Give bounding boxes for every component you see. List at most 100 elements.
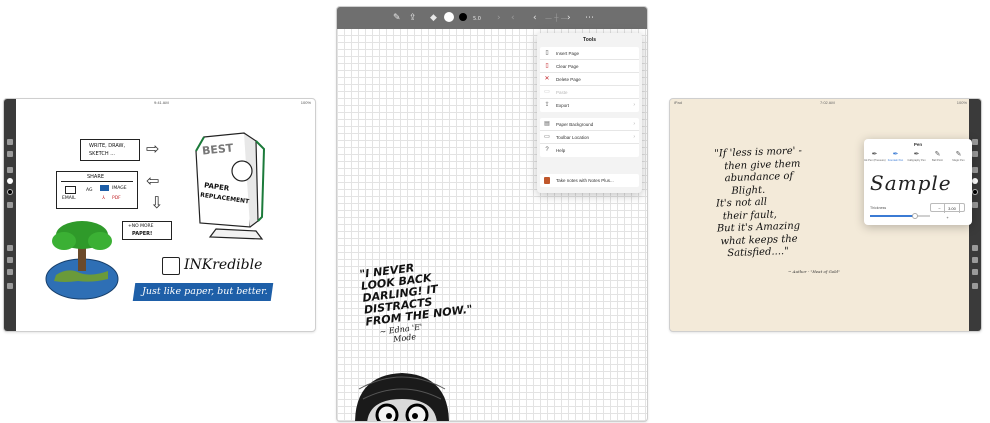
email-icon xyxy=(65,186,76,194)
pen-type-calligraphy[interactable]: ✒ Calligraphy Pen xyxy=(906,151,927,163)
menu-item-label: Toolbar Location xyxy=(556,135,590,140)
screenshot-middle: ✎ ⇪ ◆ 5.0 › ‹ ‹ — ┼ — › ⋯ Tools ▯ Insert… xyxy=(336,6,648,422)
width-value: 3.00 xyxy=(944,204,960,213)
status-battery: 100% xyxy=(956,100,967,105)
sketch-paper-line1: +NO MORE xyxy=(128,224,154,229)
menu-item-help[interactable]: ? Help xyxy=(540,144,639,157)
white-color-icon[interactable] xyxy=(444,12,454,22)
quote-text: "I NEVER LOOK BACK DARLING! IT DISTRACTS… xyxy=(358,261,474,329)
tool-size-icon[interactable] xyxy=(972,202,978,208)
status-time: 7:02 AM xyxy=(820,100,835,105)
calligraphy-pen-icon: ✒ xyxy=(913,151,920,158)
prev-page-icon[interactable] xyxy=(7,257,13,263)
eraser-icon[interactable]: ◆ xyxy=(430,13,437,23)
next-page-icon[interactable]: › xyxy=(567,13,571,23)
image-icon xyxy=(100,185,109,191)
menu-item-export[interactable]: ⇪ Export › xyxy=(540,99,639,112)
clear-page-icon: ▯ xyxy=(545,63,549,69)
page-indicator-icon[interactable]: — ┼ — xyxy=(545,13,568,23)
status-bar: iPad 7:02 AM 100% xyxy=(670,99,969,107)
status-battery: 100% xyxy=(300,100,311,105)
chevron-right-icon: › xyxy=(633,102,635,108)
menu-item-delete-page[interactable]: ✕ Delete Page xyxy=(540,73,639,86)
sketch-share-ag: AG xyxy=(86,188,93,193)
sketch-paper-box: +NO MORE PAPER! xyxy=(122,221,172,240)
tagline-text: Just like paper, but better. xyxy=(142,286,268,297)
status-carrier: iPad xyxy=(674,100,683,105)
share-icon[interactable]: ⇪ xyxy=(409,13,417,23)
width-increment-button[interactable]: + xyxy=(943,213,952,222)
insert-page-icon: ▯ xyxy=(545,50,549,56)
tool-pen-icon[interactable] xyxy=(972,139,978,145)
menu-item-toolbar-location[interactable]: ▭ Toolbar Location › xyxy=(540,131,639,144)
width-decrement-button[interactable]: − xyxy=(935,204,944,213)
pen-sample-preview: Sample xyxy=(870,171,952,195)
pen-settings-panel: Pen ✒ Ink Pen (Pressure) ✒ Fountain Pen … xyxy=(864,139,972,225)
tool-share-icon[interactable] xyxy=(7,151,13,157)
screenshot-left: 9:41 AM 100% WRITE, DRAW, SKETCH ... ⇨ S… xyxy=(3,98,316,332)
sketch-share-title: SHARE xyxy=(87,174,104,180)
pen-type-magic[interactable]: ✎ Magic Pen xyxy=(948,151,969,163)
arrow-left-icon: ⇦ xyxy=(146,171,160,190)
pen-tool-icon[interactable]: ✎ xyxy=(393,13,401,23)
tool-eraser-icon[interactable] xyxy=(972,167,978,173)
tool-share-icon[interactable] xyxy=(972,151,978,157)
ink-pen-icon: ✒ xyxy=(871,151,878,158)
menu-item-label: Clear Page xyxy=(556,64,579,69)
tool-size-icon[interactable] xyxy=(7,202,13,208)
more-icon[interactable]: ⋯ xyxy=(585,13,594,23)
undo-icon[interactable] xyxy=(972,245,978,251)
width-slider[interactable] xyxy=(870,212,930,219)
menu-item-notes-plus[interactable]: Take notes with Notes Plus... xyxy=(540,174,639,187)
ball-point-icon: ✎ xyxy=(934,151,941,158)
quote-signature: ~ Edna 'E' Mode xyxy=(379,322,423,346)
menu-item-label: Paper Background xyxy=(556,122,594,127)
tool-pen-icon[interactable] xyxy=(7,139,13,145)
notes-plus-icon xyxy=(544,177,550,184)
status-time: 9:41 AM xyxy=(154,100,169,105)
pen-type-ballpoint[interactable]: ✎ Ball Point xyxy=(927,151,948,163)
menu-item-label: Delete Page xyxy=(556,77,581,82)
sketch-write-box: WRITE, DRAW, SKETCH ... xyxy=(80,139,140,161)
width-slider-thumb[interactable] xyxy=(912,212,918,219)
next-page-icon[interactable] xyxy=(972,269,978,275)
pen-type-fountain[interactable]: ✒ Fountain Pen xyxy=(885,151,906,163)
pen-type-ink[interactable]: ✒ Ink Pen (Pressure) xyxy=(864,151,886,163)
pen-type-label: Ball Point xyxy=(932,159,943,162)
tool-eraser-icon[interactable] xyxy=(7,167,13,173)
poem-signature: ~ Author - "Heat of Gold" xyxy=(788,269,840,274)
menu-item-label: Take notes with Notes Plus... xyxy=(556,178,614,183)
prev-page-icon[interactable] xyxy=(972,257,978,263)
export-icon: ⇪ xyxy=(544,102,550,108)
menu-item-paper-background[interactable]: ▤ Paper Background › xyxy=(540,118,639,131)
prev-page-icon[interactable]: ‹ xyxy=(533,13,537,23)
color-black-icon[interactable] xyxy=(7,189,13,195)
handwritten-poem: "If 'less is more' - then give them abun… xyxy=(714,145,803,260)
undo-icon[interactable]: › xyxy=(497,13,501,23)
tools-group-promo: Take notes with Notes Plus... xyxy=(540,174,639,187)
black-color-icon[interactable] xyxy=(459,13,467,21)
toolbar-location-icon: ▭ xyxy=(544,134,550,140)
undo-icon[interactable] xyxy=(7,245,13,251)
pen-type-label: Calligraphy Pen xyxy=(907,159,926,162)
color-white-icon[interactable] xyxy=(7,178,13,184)
chevron-right-icon: › xyxy=(633,134,635,140)
more-icon[interactable] xyxy=(972,283,978,289)
more-icon[interactable] xyxy=(7,283,13,289)
color-white-icon[interactable] xyxy=(972,178,978,184)
chevron-right-icon: › xyxy=(633,121,635,127)
tree-earth-illustration xyxy=(45,221,119,300)
redo-icon[interactable]: ‹ xyxy=(511,13,515,23)
arrow-right-icon: ⇨ xyxy=(146,139,160,158)
color-black-icon[interactable] xyxy=(972,189,978,195)
width-stepper[interactable]: −3.00+ xyxy=(930,203,965,220)
menu-item-clear-page[interactable]: ▯ Clear Page xyxy=(540,60,639,73)
tools-menu: Tools ▯ Insert Page ▯ Clear Page ✕ Delet… xyxy=(537,33,642,193)
menu-item-paste[interactable]: ▭ Paste xyxy=(540,86,639,99)
menu-item-insert-page[interactable]: ▯ Insert Page xyxy=(540,47,639,60)
paste-icon: ▭ xyxy=(544,89,550,95)
width-slider-fill xyxy=(870,215,915,217)
stroke-width-value[interactable]: 5.0 xyxy=(473,14,481,24)
next-page-icon[interactable] xyxy=(7,269,13,275)
tools-menu-title: Tools xyxy=(583,37,596,43)
